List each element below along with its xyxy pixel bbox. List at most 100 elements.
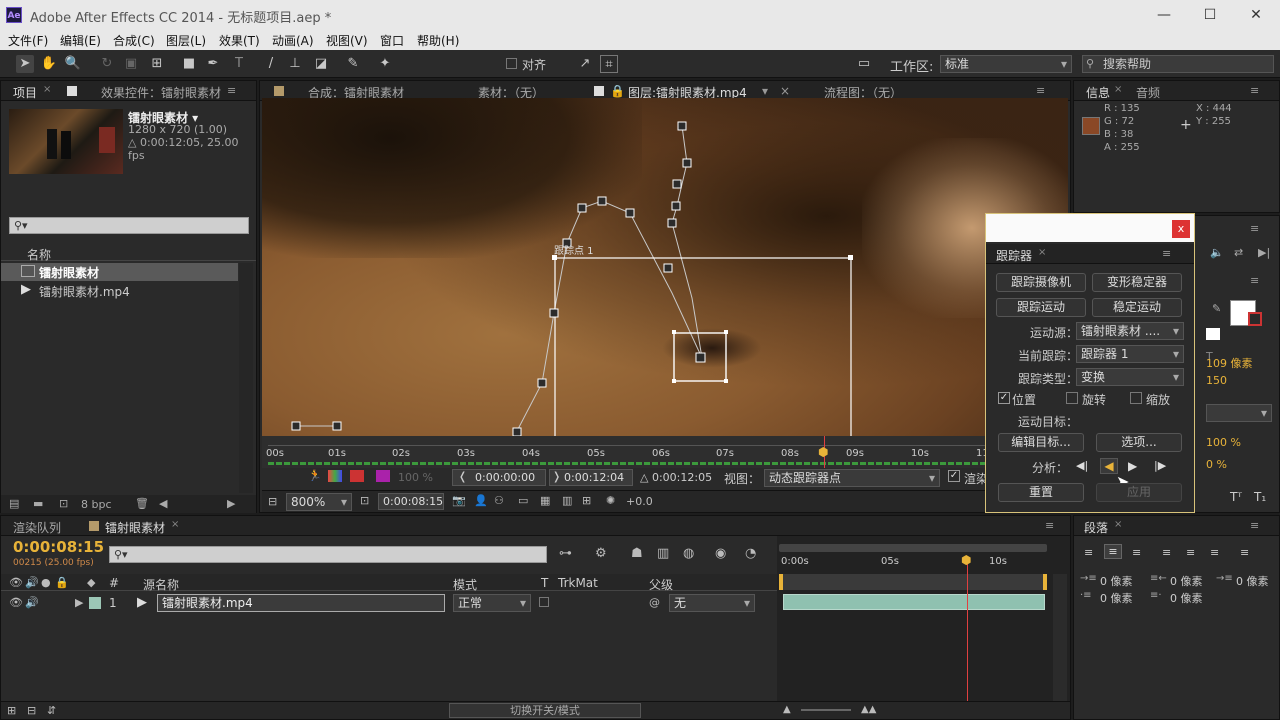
tab-close-icon[interactable]: × [1038,247,1046,258]
edit-target-button[interactable]: 编辑目标... [998,433,1084,452]
expand-timing-icon[interactable]: ⇵ [47,704,56,717]
column-name[interactable]: 名称 [27,246,51,263]
menu-composition[interactable]: 合成(C) [113,32,155,49]
show-snapshot-icon[interactable]: 👤 [474,494,488,507]
alpha-channel-icon[interactable] [376,470,390,482]
indent-left-value[interactable]: 0 像素 [1100,573,1133,589]
indent-right-value[interactable]: 0 像素 [1170,573,1203,589]
puppet-tool-icon[interactable]: ✦ [376,55,394,73]
current-track-select[interactable]: 跟踪器 1 [1076,345,1184,363]
layer-row[interactable]: 👁 🔊 ▶ 1 ▶ 镭射眼素材.mp4 正常 @ 无 [1,593,777,613]
project-search-input[interactable]: ⚲▾ [9,217,249,234]
layer-visibility-icon[interactable]: 👁 [9,596,23,609]
audio-switch-icon[interactable]: 🔊 [25,576,39,589]
in-point-icon[interactable]: ❬ [458,470,467,483]
motion-blur-icon[interactable]: ◍ [683,546,694,561]
zoom-out-icon[interactable]: ▲ [783,704,791,715]
tab-close-icon[interactable]: × [780,84,790,98]
track-type-select[interactable]: 变换 [1076,368,1184,386]
channel-icon[interactable]: ⚇ [494,494,504,507]
rectangle-tool-icon[interactable]: ■ [180,55,198,73]
brush-tool-icon[interactable]: / [262,55,280,73]
analyze-forward-frame-icon[interactable]: |▶ [1154,459,1166,472]
tracker-titlebar[interactable] [986,214,1194,242]
position-checkbox[interactable]: ✓ [998,392,1010,404]
layer-time-ruler[interactable]: 00s 01s 02s 03s 04s 05s 06s 07s 08s 09s … [262,436,1068,468]
video-switch-icon[interactable]: 👁 [9,576,23,589]
parent-pickwhip-icon[interactable]: @ [649,596,660,609]
analyze-forward-icon[interactable]: ▶ [1128,459,1137,473]
tab-render-queue[interactable]: 渲染队列 [13,519,61,536]
menu-window[interactable]: 窗口 [380,32,404,49]
layer-name-field[interactable]: 镭射眼素材.mp4 [157,594,445,612]
align-left-icon[interactable]: ≡ [1084,546,1093,559]
eyedropper-icon[interactable]: ✎ [1212,302,1221,315]
mask-icon[interactable]: ▥ [562,494,572,507]
layer-expand-icon[interactable]: ▶ [75,596,83,609]
tracker-menu-icon[interactable]: ≡ [1162,247,1171,260]
preview-ram-icon[interactable]: ▶| [1258,246,1270,259]
expand-transfer-icon[interactable]: ⊟ [27,704,36,717]
zoom-tool-icon[interactable]: 🔍 [64,55,82,73]
column-source-name[interactable]: 源名称 [143,576,179,593]
tracker-close-button[interactable]: x [1172,220,1190,238]
zoom-in-icon[interactable]: ▲▲ [861,704,876,715]
align-right-icon[interactable]: ≡ [1132,546,1141,559]
new-folder-icon[interactable]: ▬ [33,497,43,510]
work-area-bar[interactable] [779,544,1047,552]
exposure-value[interactable]: +0.0 [626,495,653,508]
solo-switch-icon[interactable]: ● [41,576,51,589]
stabilize-motion-button[interactable]: 稳定运动 [1092,298,1182,317]
rotation-checkbox[interactable] [1066,392,1078,404]
options-button[interactable]: 选项... [1096,433,1182,452]
viewer-menu-icon[interactable]: ≡ [1036,84,1045,97]
vertical-scale-value[interactable]: 100 % [1206,436,1241,449]
analyze-back-frame-icon[interactable]: ◀| [1076,459,1088,472]
menu-animation[interactable]: 动画(A) [272,32,314,49]
hand-tool-icon[interactable]: ✋ [40,55,58,73]
timeline-menu-icon[interactable]: ≡ [1045,519,1054,532]
tab-timeline-comp[interactable]: 镭射眼素材 [105,519,165,536]
out-point-icon[interactable]: ❭ [552,470,561,483]
character-menu-icon[interactable]: ≡ [1250,274,1259,287]
shy-layers-icon[interactable]: ☗ [631,546,643,561]
minimize-button[interactable]: — [1144,4,1184,26]
menu-edit[interactable]: 编辑(E) [60,32,101,49]
tab-close-icon[interactable]: × [1114,84,1122,95]
layer-mode-select[interactable]: 正常 [453,594,531,612]
trim-icon[interactable]: 🏃 [308,469,322,482]
label-tag-icon[interactable]: ◆ [87,576,95,589]
track-camera-button[interactable]: 跟踪摄像机 [996,273,1086,292]
zoom-slider[interactable] [801,709,851,711]
preserve-transparency-checkbox[interactable] [539,597,549,607]
font-size-value[interactable]: 109 像素 [1206,355,1253,371]
tab-project[interactable]: 项目 [13,84,37,101]
out-point-field[interactable]: 0:00:12:04 [549,469,633,486]
space-after-value[interactable]: 0 像素 [1170,590,1203,606]
region-icon[interactable]: ⊡ [360,494,369,507]
scale-checkbox[interactable] [1130,392,1142,404]
new-composition-icon[interactable]: ⊡ [59,497,68,510]
zoom-select[interactable]: 800% [286,493,352,511]
snapshot-icon[interactable]: 📷 [452,494,466,507]
motion-source-select[interactable]: 镭射眼素材 .... [1076,322,1184,340]
preview-menu-icon[interactable]: ≡ [1250,222,1259,235]
eraser-tool-icon[interactable]: ◪ [312,55,330,73]
maximize-button[interactable]: ☐ [1190,4,1230,26]
roto-brush-tool-icon[interactable]: ✎ [344,55,362,73]
tab-audio[interactable]: 音频 [1136,84,1160,101]
transparency-grid-icon[interactable]: ▦ [540,494,550,507]
align-center-icon[interactable]: ≡ [1104,544,1122,559]
search-help-input[interactable]: 搜索帮助 [1082,55,1274,73]
type-tool-icon[interactable]: T [230,55,248,73]
menu-file[interactable]: 文件(F) [8,32,48,49]
preview-loop-icon[interactable]: ⇄ [1234,246,1243,259]
lock-switch-icon[interactable]: 🔒 [55,576,69,589]
pan-behind-tool-icon[interactable]: ⊞ [148,55,166,73]
timeline-search-input[interactable]: ⚲▾ [109,546,547,563]
menu-view[interactable]: 视图(V) [326,32,368,49]
timeline-current-time[interactable]: 0:00:08:15 [13,538,104,556]
apply-button[interactable]: 应用 [1096,483,1182,502]
selection-tool-icon[interactable]: ➤ [16,55,34,73]
brainstorm-icon[interactable]: ◔ [745,546,756,561]
